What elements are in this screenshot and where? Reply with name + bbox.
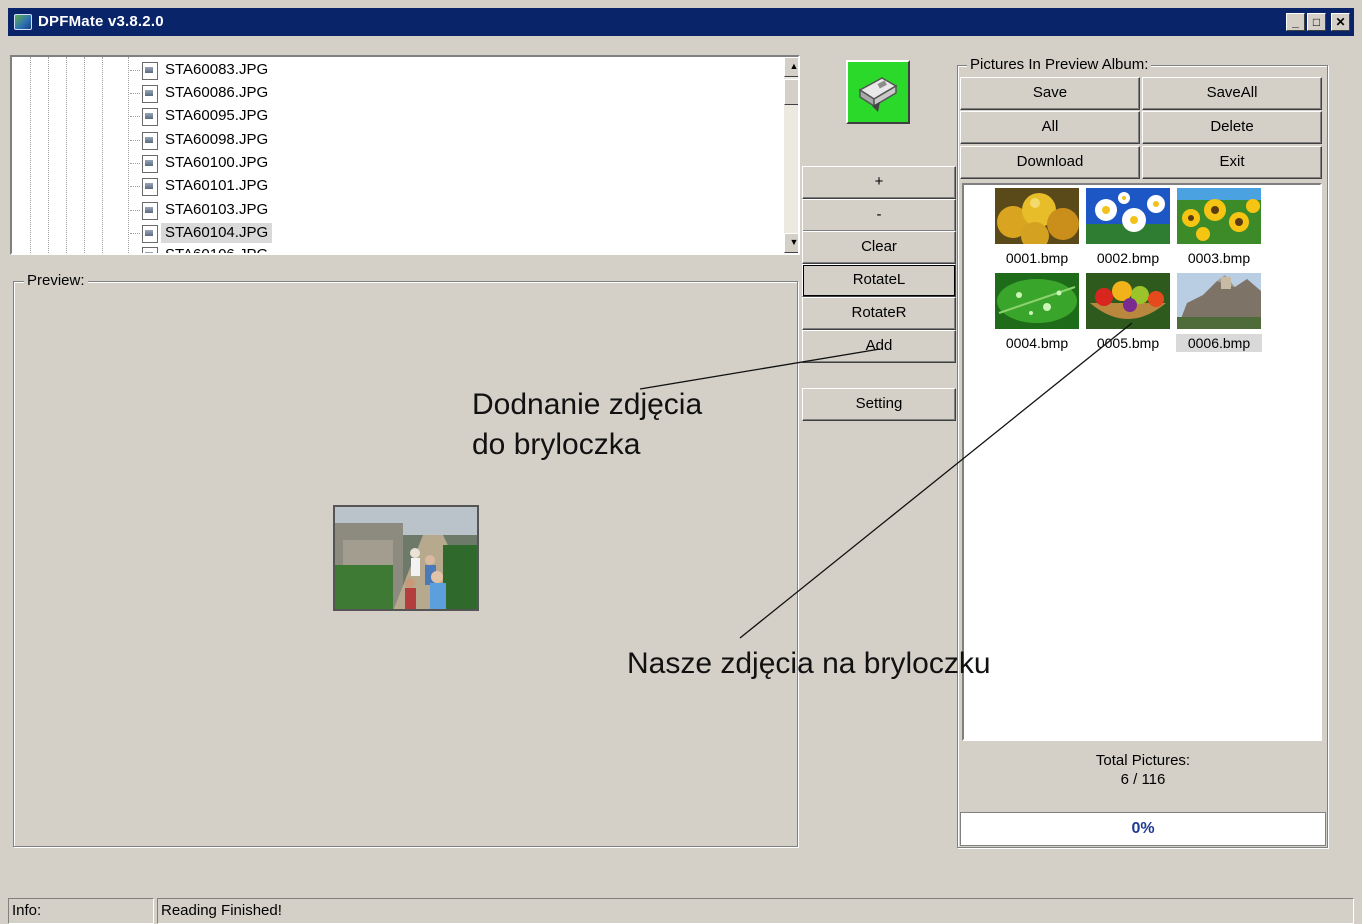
jpg-file-icon xyxy=(142,62,158,80)
delete-button[interactable]: Delete xyxy=(1142,111,1322,144)
file-name: STA60086.JPG xyxy=(165,84,269,101)
usb-device-icon xyxy=(858,77,898,112)
clear-button[interactable]: Clear xyxy=(802,231,956,264)
pears-thumbnail[interactable] xyxy=(995,188,1079,244)
jpg-file-icon xyxy=(142,202,158,220)
file-name: STA60106.JPG xyxy=(165,246,269,255)
scroll-up-button[interactable]: ▲ xyxy=(784,57,798,77)
thumbnail-label: 0004.bmp xyxy=(1005,335,1069,351)
preview-title: Preview: xyxy=(24,272,88,289)
maximize-button[interactable]: □ xyxy=(1307,13,1326,31)
annotation-add-line1: Dodnanie zdjęcia xyxy=(472,388,703,421)
progress-bar: 0% xyxy=(960,812,1326,846)
file-name: STA60098.JPG xyxy=(165,131,269,148)
file-name: STA60100.JPG xyxy=(165,154,269,171)
jpg-file-icon xyxy=(142,108,158,126)
preview-panel: Preview: xyxy=(13,272,798,847)
save-button[interactable]: Save xyxy=(960,77,1140,110)
file-name: STA60101.JPG xyxy=(165,177,269,194)
tree-guide xyxy=(66,57,67,253)
scroll-thumb[interactable] xyxy=(784,79,798,105)
exit-button[interactable]: Exit xyxy=(1142,146,1322,179)
setting-button[interactable]: Setting xyxy=(802,388,956,421)
thumbnail-label: 0003.bmp xyxy=(1187,250,1251,266)
add-button[interactable]: Add xyxy=(802,330,956,363)
annotation-add-line2: do bryloczka xyxy=(472,428,641,461)
progress-text: 0% xyxy=(1131,820,1155,837)
app-icon xyxy=(14,14,32,30)
thumbnail-label: 0002.bmp xyxy=(1096,250,1160,266)
jpg-file-icon xyxy=(142,155,158,173)
file-tree[interactable]: STA60083.JPG STA60086.JPG STA60095.JPG S… xyxy=(10,55,800,255)
jpg-file-icon xyxy=(142,178,158,196)
tree-scrollbar[interactable]: ▲ ▼ xyxy=(784,57,798,253)
album-thumbnail-list[interactable]: 0001.bmp 0002.bmp 0003.bmp 0004.bmp 0005… xyxy=(962,183,1322,741)
total-pictures-value: 6 / 116 xyxy=(1120,771,1166,788)
album-title: Pictures In Preview Album: xyxy=(967,56,1152,73)
jpg-file-icon xyxy=(142,132,158,150)
close-button[interactable]: ✕ xyxy=(1331,13,1350,31)
fruit-basket-thumbnail[interactable] xyxy=(1086,273,1170,329)
file-name: STA60083.JPG xyxy=(165,61,269,78)
sunflowers-thumbnail[interactable] xyxy=(1177,188,1261,244)
thumbnail-label-selected: 0006.bmp xyxy=(1176,334,1262,352)
scroll-down-button[interactable]: ▼ xyxy=(784,233,798,253)
file-name: STA60103.JPG xyxy=(165,201,269,218)
tree-guide xyxy=(128,57,129,253)
select-all-button[interactable]: All xyxy=(960,111,1140,144)
jpg-file-icon xyxy=(142,85,158,103)
file-name: STA60095.JPG xyxy=(165,107,269,124)
download-button[interactable]: Download xyxy=(960,146,1140,179)
tree-guide xyxy=(84,57,85,253)
device-connect-button[interactable] xyxy=(846,60,910,124)
status-message: Reading Finished! xyxy=(157,898,1354,924)
add-to-list-button[interactable]: + xyxy=(802,166,956,199)
status-label: Info: xyxy=(8,898,154,924)
rotate-right-button[interactable]: RotateR xyxy=(802,297,956,330)
rotate-left-button[interactable]: RotateL xyxy=(802,264,956,297)
annotation-album: Nasze zdjęcia na bryloczku xyxy=(627,647,991,680)
castle-rock-thumbnail[interactable] xyxy=(1177,273,1261,329)
jpg-file-icon xyxy=(142,247,158,253)
leaf-drops-thumbnail[interactable] xyxy=(995,273,1079,329)
tree-guide xyxy=(102,57,103,253)
save-all-button[interactable]: SaveAll xyxy=(1142,77,1322,110)
minimize-button[interactable]: _ xyxy=(1286,13,1305,31)
thumbnail-label: 0005.bmp xyxy=(1096,335,1160,351)
window-title: DPFMate v3.8.2.0 xyxy=(38,13,164,30)
jpg-file-icon xyxy=(142,225,158,243)
preview-image xyxy=(333,505,479,611)
tree-guide xyxy=(30,57,31,253)
total-pictures-label: Total Pictures: xyxy=(1095,752,1191,769)
daisies-thumbnail[interactable] xyxy=(1086,188,1170,244)
title-bar[interactable]: DPFMate v3.8.2.0 _ □ ✕ xyxy=(8,8,1354,36)
remove-from-list-button[interactable]: - xyxy=(802,199,956,232)
file-name: STA60104.JPG xyxy=(161,223,273,243)
tree-guide xyxy=(48,57,49,253)
thumbnail-label: 0001.bmp xyxy=(1005,250,1069,266)
